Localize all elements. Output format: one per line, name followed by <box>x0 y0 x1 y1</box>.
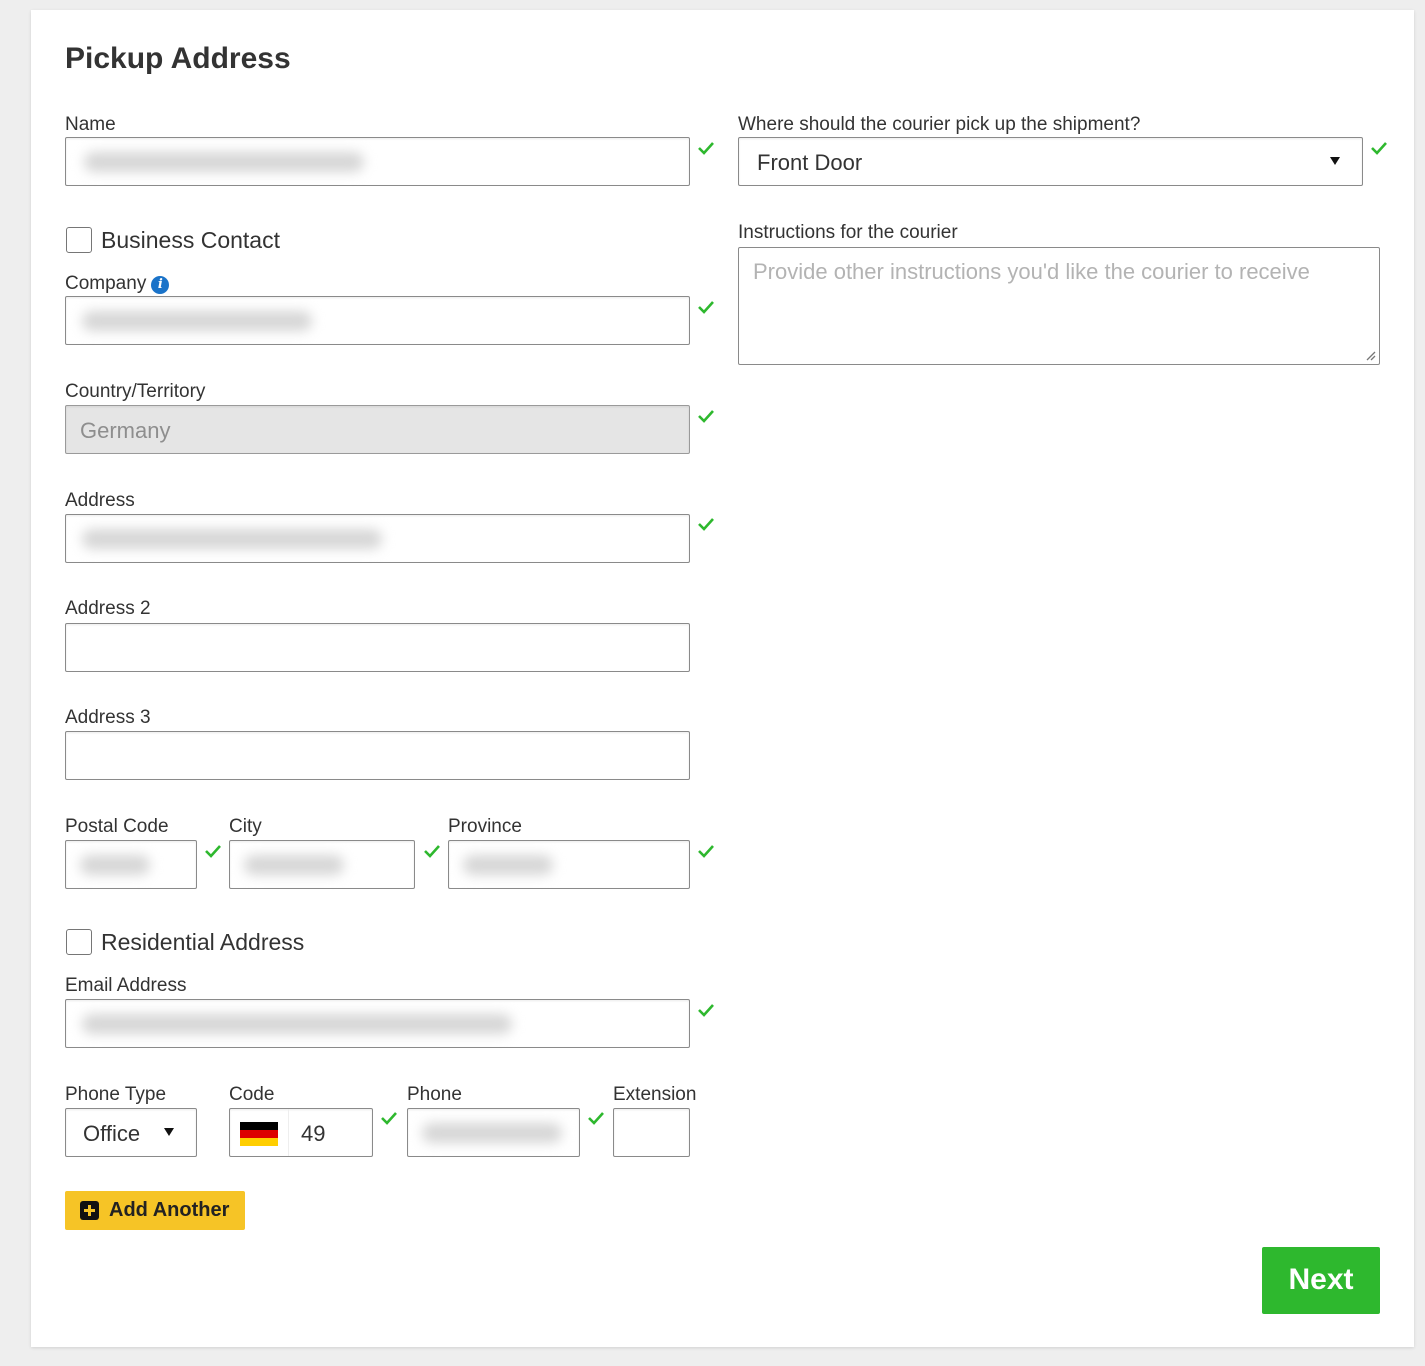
pickup-location-label: Where should the courier pick up the shi… <box>738 114 1141 135</box>
name-label: Name <box>65 114 116 135</box>
courier-instructions-label: Instructions for the courier <box>738 222 958 243</box>
phone-type-value: Office <box>83 1121 141 1146</box>
address2-input[interactable] <box>65 623 690 672</box>
pickup-location-select[interactable]: Front Door <box>738 137 1363 186</box>
phone-valid-check-icon <box>587 1110 605 1126</box>
country-code-input[interactable]: 49 <box>229 1108 373 1157</box>
address2-label: Address 2 <box>65 598 151 619</box>
address-input[interactable] <box>65 514 690 563</box>
page-title: Pickup Address <box>65 42 291 75</box>
country-valid-check-icon <box>697 408 715 424</box>
phone-type-select[interactable]: Office <box>65 1108 197 1157</box>
company-input[interactable] <box>65 296 690 345</box>
email-label: Email Address <box>65 975 187 996</box>
company-label: Company i <box>65 273 170 295</box>
code-valid-check-icon <box>380 1110 398 1126</box>
province-valid-check-icon <box>697 843 715 859</box>
address-valid-check-icon <box>697 516 715 532</box>
country-label: Country/Territory <box>65 381 206 402</box>
company-label-text: Company <box>65 273 147 294</box>
email-valid-check-icon <box>697 1002 715 1018</box>
phone-input[interactable] <box>407 1108 580 1157</box>
extension-label: Extension <box>613 1084 697 1105</box>
city-valid-check-icon <box>423 843 441 859</box>
add-another-button[interactable]: Add Another <box>65 1191 245 1230</box>
country-input: Germany <box>65 405 690 454</box>
address3-label: Address 3 <box>65 707 151 728</box>
code-label: Code <box>229 1084 275 1105</box>
next-button[interactable]: Next <box>1262 1247 1380 1314</box>
chevron-down-icon <box>164 1128 174 1136</box>
phone-type-label: Phone Type <box>65 1084 167 1105</box>
chevron-down-icon <box>1330 157 1340 165</box>
postal-code-label: Postal Code <box>65 816 169 837</box>
courier-instructions-placeholder: Provide other instructions you'd like th… <box>753 259 1310 284</box>
business-contact-checkbox[interactable] <box>66 227 92 253</box>
address3-input[interactable] <box>65 731 690 780</box>
country-value: Germany <box>80 418 171 443</box>
extension-input[interactable] <box>613 1108 690 1157</box>
residential-address-checkbox[interactable] <box>66 929 92 955</box>
next-button-label: Next <box>1288 1263 1354 1296</box>
germany-flag-icon <box>240 1122 278 1146</box>
add-another-label: Add Another <box>109 1199 230 1221</box>
country-code-value: 49 <box>301 1121 326 1146</box>
city-label: City <box>229 816 262 837</box>
plus-square-icon <box>80 1201 99 1220</box>
courier-instructions-textarea[interactable]: Provide other instructions you'd like th… <box>738 247 1380 365</box>
info-icon[interactable]: i <box>151 276 170 294</box>
name-valid-check-icon <box>697 140 715 156</box>
name-input[interactable] <box>65 137 690 186</box>
postal-code-input[interactable] <box>65 840 197 889</box>
phone-label: Phone <box>407 1084 462 1105</box>
postal-code-valid-check-icon <box>204 843 222 859</box>
company-valid-check-icon <box>697 299 715 315</box>
email-input[interactable] <box>65 999 690 1048</box>
pickup-location-valid-check-icon <box>1370 140 1388 156</box>
pickup-location-value: Front Door <box>757 150 863 175</box>
province-label: Province <box>448 816 522 837</box>
resize-handle-icon[interactable] <box>1364 349 1376 361</box>
business-contact-label[interactable]: Business Contact <box>101 227 280 254</box>
city-input[interactable] <box>229 840 415 889</box>
province-input[interactable] <box>448 840 690 889</box>
address-label: Address <box>65 490 135 511</box>
residential-address-label[interactable]: Residential Address <box>101 929 304 956</box>
